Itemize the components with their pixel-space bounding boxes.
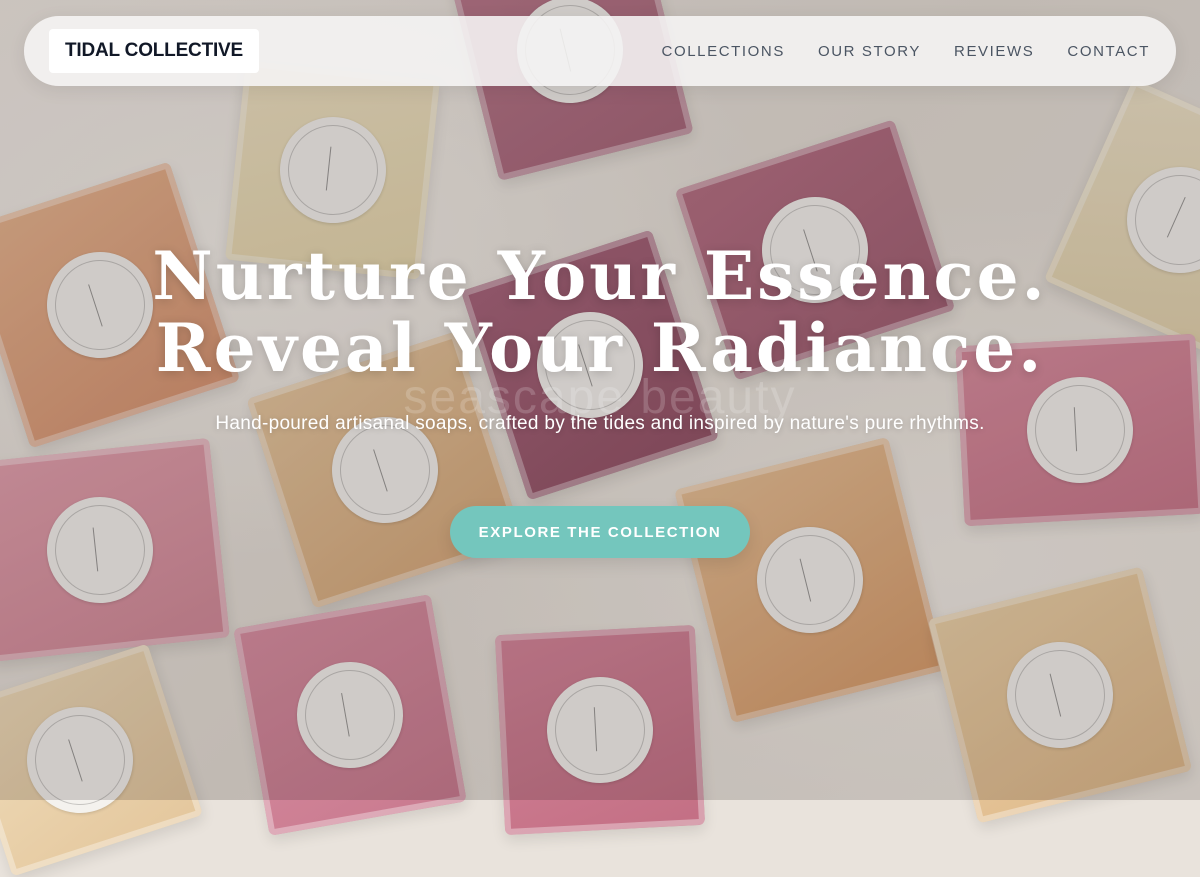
- nav-link-reviews[interactable]: REVIEWS: [954, 43, 1034, 60]
- nav-link-contact[interactable]: CONTACT: [1067, 43, 1150, 60]
- hero-heading: Nurture Your Essence. Reveal Your Radian…: [0, 240, 1200, 384]
- explore-collection-button[interactable]: EXPLORE THE COLLECTION: [450, 506, 750, 558]
- nav-link-our-story[interactable]: OUR STORY: [818, 43, 921, 60]
- brand-logo[interactable]: TIDAL COLLECTIVE: [49, 29, 260, 73]
- main-menu: COLLECTIONS OUR STORY REVIEWS CONTACT: [662, 16, 1150, 86]
- top-navigation-bar: TIDAL COLLECTIVE COLLECTIONS OUR STORY R…: [24, 16, 1176, 86]
- hero-heading-line-1: Nurture Your Essence.: [152, 237, 1048, 315]
- hero-subtitle: Hand-poured artisanal soaps, crafted by …: [215, 413, 985, 434]
- nav-link-collections[interactable]: COLLECTIONS: [662, 43, 785, 60]
- hero-heading-line-2: Reveal Your Radiance.: [155, 309, 1045, 387]
